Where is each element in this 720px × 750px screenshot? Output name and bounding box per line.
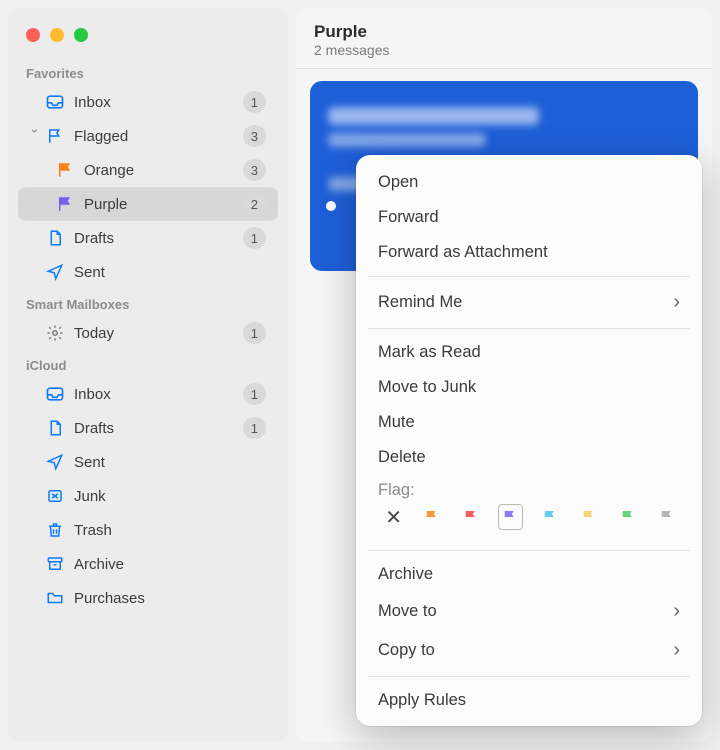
sidebar-item-count: 3 — [243, 125, 266, 147]
unread-indicator-icon — [326, 201, 336, 211]
mail-sidebar: Favorites › Inbox 1 › Flagged 3 Orange 3… — [8, 8, 288, 742]
flag-red-button[interactable] — [459, 504, 484, 530]
chevron-right-icon: › — [673, 639, 680, 662]
junk-icon — [44, 485, 66, 507]
message-list-header: Purple 2 messages — [296, 8, 712, 69]
ctx-delete[interactable]: Delete — [356, 440, 702, 475]
sidebar-item-label: Purchases — [74, 590, 266, 607]
folder-icon — [44, 587, 66, 609]
sidebar-item-icloud-archive[interactable]: › Archive — [18, 547, 278, 581]
sidebar-item-sent[interactable]: › Sent — [18, 255, 278, 289]
ctx-remind-me[interactable]: Remind Me › — [356, 283, 702, 322]
flag-purple-button[interactable] — [498, 504, 523, 530]
ctx-mark-as-read[interactable]: Mark as Read — [356, 335, 702, 370]
flag-yellow-button[interactable] — [576, 504, 601, 530]
ctx-open[interactable]: Open — [356, 165, 702, 200]
sidebar-section-favorites: Favorites — [14, 58, 282, 85]
sidebar-item-count: 1 — [243, 322, 266, 344]
paperplane-icon — [44, 451, 66, 473]
message-subject-blurred — [328, 107, 539, 125]
flag-grey-button[interactable] — [655, 504, 680, 530]
paperplane-icon — [44, 261, 66, 283]
menu-separator — [368, 676, 690, 677]
sidebar-item-icloud-drafts[interactable]: › Drafts 1 — [18, 411, 278, 445]
ctx-apply-rules[interactable]: Apply Rules — [356, 683, 702, 718]
sidebar-item-icloud-purchases[interactable]: › Purchases — [18, 581, 278, 615]
gear-icon — [44, 322, 66, 344]
ctx-move-to-junk[interactable]: Move to Junk — [356, 370, 702, 405]
sidebar-item-icloud-inbox[interactable]: › Inbox 1 — [18, 377, 278, 411]
inbox-icon — [44, 383, 66, 405]
sidebar-item-label: Purple — [84, 196, 243, 213]
flag-orange-button[interactable] — [419, 504, 444, 530]
chevron-right-icon: › — [673, 600, 680, 623]
sidebar-section-icloud: iCloud — [14, 350, 282, 377]
sidebar-item-purple[interactable]: Purple 2 — [18, 187, 278, 221]
sidebar-item-inbox[interactable]: › Inbox 1 — [18, 85, 278, 119]
ctx-mute[interactable]: Mute — [356, 405, 702, 440]
ctx-forward[interactable]: Forward — [356, 200, 702, 235]
chevron-down-icon[interactable]: › — [28, 129, 42, 143]
mailbox-title: Purple — [314, 22, 694, 42]
maximize-window-button[interactable] — [74, 28, 88, 42]
sidebar-item-label: Today — [74, 325, 243, 342]
document-icon — [44, 417, 66, 439]
ctx-move-to[interactable]: Move to › — [356, 592, 702, 631]
ctx-copy-to[interactable]: Copy to › — [356, 631, 702, 670]
ctx-archive[interactable]: Archive — [356, 557, 702, 592]
sidebar-item-label: Inbox — [74, 94, 243, 111]
menu-separator — [368, 550, 690, 551]
sidebar-item-count: 1 — [243, 91, 266, 113]
sidebar-item-orange[interactable]: Orange 3 — [18, 153, 278, 187]
sidebar-item-flagged[interactable]: › Flagged 3 — [18, 119, 278, 153]
message-preview-blurred — [328, 133, 486, 147]
flag-clear-button[interactable]: ✕ — [382, 505, 405, 530]
sidebar-item-label: Inbox — [74, 386, 243, 403]
close-window-button[interactable] — [26, 28, 40, 42]
sidebar-item-label: Orange — [84, 162, 243, 179]
sidebar-section-smart: Smart Mailboxes — [14, 289, 282, 316]
sidebar-item-count: 1 — [243, 417, 266, 439]
flag-orange-icon — [54, 159, 76, 181]
sidebar-item-count: 2 — [243, 193, 266, 215]
sidebar-item-count: 3 — [243, 159, 266, 181]
sidebar-item-label: Sent — [74, 264, 266, 281]
sidebar-item-count: 1 — [243, 227, 266, 249]
menu-separator — [368, 276, 690, 277]
ctx-forward-as-attachment[interactable]: Forward as Attachment — [356, 235, 702, 270]
archive-icon — [44, 553, 66, 575]
window-traffic-lights — [14, 20, 282, 58]
ctx-flag-picker: Flag: ✕ — [356, 475, 702, 544]
sidebar-item-label: Archive — [74, 556, 266, 573]
menu-separator — [368, 328, 690, 329]
sidebar-item-icloud-trash[interactable]: › Trash — [18, 513, 278, 547]
flag-picker-label: Flag: — [378, 481, 680, 500]
trash-icon — [44, 519, 66, 541]
sidebar-item-label: Junk — [74, 488, 266, 505]
sidebar-item-label: Drafts — [74, 230, 243, 247]
message-context-menu: Open Forward Forward as Attachment Remin… — [356, 155, 702, 726]
sidebar-item-label: Flagged — [74, 128, 243, 145]
flag-blue-button[interactable] — [537, 504, 562, 530]
minimize-window-button[interactable] — [50, 28, 64, 42]
sidebar-item-label: Drafts — [74, 420, 243, 437]
sidebar-item-icloud-sent[interactable]: › Sent — [18, 445, 278, 479]
sidebar-item-today[interactable]: › Today 1 — [18, 316, 278, 350]
sidebar-item-label: Trash — [74, 522, 266, 539]
flag-green-button[interactable] — [616, 504, 641, 530]
chevron-right-icon: › — [673, 291, 680, 314]
sidebar-item-drafts[interactable]: › Drafts 1 — [18, 221, 278, 255]
flag-purple-icon — [54, 193, 76, 215]
flag-icon — [44, 125, 66, 147]
mailbox-message-count: 2 messages — [314, 42, 694, 58]
document-icon — [44, 227, 66, 249]
sidebar-item-icloud-junk[interactable]: › Junk — [18, 479, 278, 513]
sidebar-item-label: Sent — [74, 454, 266, 471]
sidebar-item-count: 1 — [243, 383, 266, 405]
inbox-icon — [44, 91, 66, 113]
